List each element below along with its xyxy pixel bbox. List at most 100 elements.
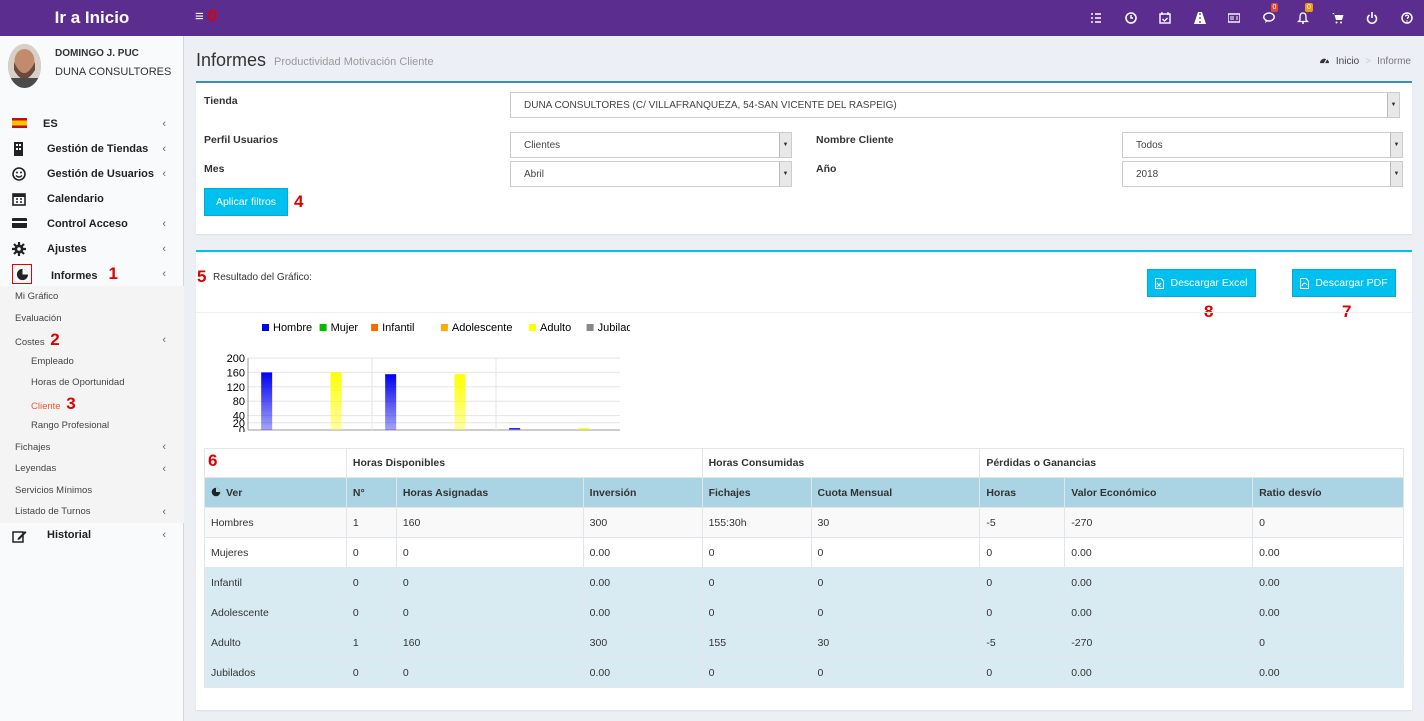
- table-cell: 155:30h: [701, 507, 812, 538]
- submenu-item-label: Cliente: [31, 401, 61, 413]
- table-cell: -270: [1064, 627, 1254, 658]
- tienda-select[interactable]: DUNA CONSULTORES (C/ VILLAFRANQUEZA, 54-…: [510, 92, 1400, 118]
- download-pdf-button[interactable]: Descargar PDF: [1292, 269, 1396, 297]
- table-cell: 0.00: [582, 567, 703, 598]
- divider: [196, 312, 1412, 313]
- bar-hombre: [509, 428, 521, 430]
- table-cell: -270: [1064, 507, 1254, 538]
- hamburger-icon[interactable]: ≡ 0: [195, 7, 217, 26]
- sidebar-item-ajustes[interactable]: Ajustes ‹: [0, 236, 184, 261]
- spain-flag-icon: [12, 117, 27, 130]
- calendar-check-button[interactable]: [1148, 0, 1183, 36]
- perfil-label: Perfil Usuarios: [204, 134, 279, 146]
- notification-badge: 0: [1270, 3, 1279, 12]
- chat-icon: [1262, 12, 1275, 23]
- submenu-item-listado-de-turnos[interactable]: Listado de Turnos ‹: [0, 501, 184, 523]
- chevron-left-icon: ‹: [162, 242, 166, 255]
- breadcrumb-home[interactable]: Inicio: [1336, 56, 1359, 67]
- dashboard-icon: [1319, 55, 1330, 67]
- bell-icon: [1297, 12, 1310, 24]
- table-cell: 0: [395, 597, 584, 628]
- annotation-4: 4: [294, 192, 304, 211]
- power-button[interactable]: [1355, 0, 1390, 36]
- apply-filters-button[interactable]: Aplicar filtros: [204, 188, 288, 216]
- annotation-3: 3: [66, 394, 76, 414]
- perfil-select-value: Clientes: [524, 139, 561, 151]
- submenu-item-label: Fichajes: [15, 441, 51, 453]
- column-ver[interactable]: Ver: [204, 477, 347, 508]
- dropdown-arrow-icon: ▼: [779, 162, 791, 186]
- table-cell: 30: [810, 507, 981, 538]
- mes-select[interactable]: Abril ▼: [510, 161, 792, 187]
- nombre-cliente-select[interactable]: Todos ▼: [1122, 132, 1403, 158]
- annotation-2: 2: [50, 329, 60, 349]
- submenu-item-leyendas[interactable]: Leyendas ‹: [0, 458, 184, 480]
- sidebar-item-historial[interactable]: Historial ‹: [0, 523, 184, 548]
- y-tick-label: 200: [227, 353, 245, 365]
- sidebar-item-control-acceso[interactable]: Control Acceso ‹: [0, 211, 184, 236]
- table-cell: 0: [810, 657, 981, 688]
- table-cell: 0: [701, 537, 812, 568]
- tienda-label: Tienda: [204, 95, 238, 107]
- main-content: Informes Productividad Motivación Client…: [184, 36, 1424, 721]
- sidebar-item-language[interactable]: ES ‹: [0, 111, 184, 136]
- submenu-item-servicios-mínimos[interactable]: Servicios Mínimos: [0, 480, 184, 502]
- road-button[interactable]: [1183, 0, 1218, 36]
- chevron-left-icon: ‹: [162, 333, 166, 346]
- annotation-1: 1: [108, 263, 118, 283]
- table-cell: -5: [979, 627, 1066, 658]
- column-horas-asignadas: Horas Asignadas: [395, 477, 584, 508]
- table-cell: 0: [1252, 507, 1404, 538]
- table-cell: 0.00: [582, 537, 703, 568]
- perfil-select[interactable]: Clientes ▼: [510, 132, 792, 158]
- legend-swatch: [371, 324, 379, 331]
- home-link[interactable]: Ir a Inicio: [0, 0, 184, 36]
- sidebar-item-calendario[interactable]: Calendario: [0, 186, 184, 211]
- bar-hombre: [385, 374, 397, 430]
- user-panel: DOMINGO J. PUC DUNA CONSULTORES: [0, 36, 184, 108]
- sidebar-item-gestion-usuarios[interactable]: Gestión de Usuarios ‹: [0, 161, 184, 186]
- submenu-item-label: Horas de Oportunidad: [31, 377, 125, 389]
- edit-icon: [12, 529, 27, 543]
- submenu-item-horas-de-oportunidad[interactable]: Horas de Oportunidad: [0, 372, 184, 394]
- table-cell: 0: [810, 567, 981, 598]
- sidebar-item-label: ES: [43, 117, 58, 130]
- id-card-button[interactable]: [1217, 0, 1252, 36]
- sidebar-item-label: Control Acceso: [47, 217, 128, 230]
- submenu-item-evaluación[interactable]: Evaluación: [0, 308, 184, 330]
- table-cell: Adolescente: [204, 597, 347, 628]
- submenu-item-cliente[interactable]: Cliente 3: [0, 394, 184, 416]
- results-chart: Hombre Mujer Infantil Adolescente Adulto Jubi…: [227, 322, 630, 432]
- submenu-item-mi-gráfico[interactable]: Mi Gráfico: [0, 286, 184, 308]
- table-cell: 155: [701, 627, 812, 658]
- annotation-6: 6: [208, 451, 218, 470]
- y-tick-label: 160: [227, 367, 245, 379]
- chat-button[interactable]: 0: [1252, 0, 1287, 36]
- table-cell: 0: [810, 597, 981, 628]
- submenu-item-costes[interactable]: Costes 2 ‹: [0, 329, 184, 351]
- table-cell: 0.00: [1064, 537, 1254, 568]
- submenu-item-fichajes[interactable]: Fichajes ‹: [0, 437, 184, 459]
- submenu-item-rango-profesional[interactable]: Rango Profesional: [0, 415, 184, 437]
- table-cell: 0: [345, 567, 397, 598]
- chevron-left-icon: ‹: [162, 117, 166, 130]
- help-button[interactable]: [1390, 0, 1424, 36]
- anio-select[interactable]: 2018 ▼: [1122, 161, 1403, 187]
- table-cell: 0: [395, 537, 584, 568]
- bell-button[interactable]: 0: [1286, 0, 1321, 36]
- clock-button[interactable]: [1114, 0, 1149, 36]
- table-cell: 0: [979, 567, 1066, 598]
- table-cell: 300: [582, 627, 703, 658]
- results-label: Resultado del Gráfico:: [213, 272, 312, 283]
- download-excel-button[interactable]: Descargar Excel: [1147, 269, 1256, 297]
- list-button[interactable]: [1079, 0, 1114, 36]
- sidebar-item-informes[interactable]: Informes 1 ‹: [0, 261, 184, 286]
- dropdown-arrow-icon: ▼: [1387, 93, 1399, 117]
- legend-swatch: [262, 324, 269, 331]
- submenu-item-empleado[interactable]: Empleado: [0, 351, 184, 373]
- cart-button[interactable]: [1321, 0, 1356, 36]
- sidebar-item-label: Gestión de Usuarios: [47, 167, 154, 180]
- sidebar-item-gestion-tiendas[interactable]: Gestión de Tiendas ‹: [0, 136, 184, 161]
- column-cuota-mensual: Cuota Mensual: [810, 477, 981, 508]
- table-cell: 30: [810, 627, 981, 658]
